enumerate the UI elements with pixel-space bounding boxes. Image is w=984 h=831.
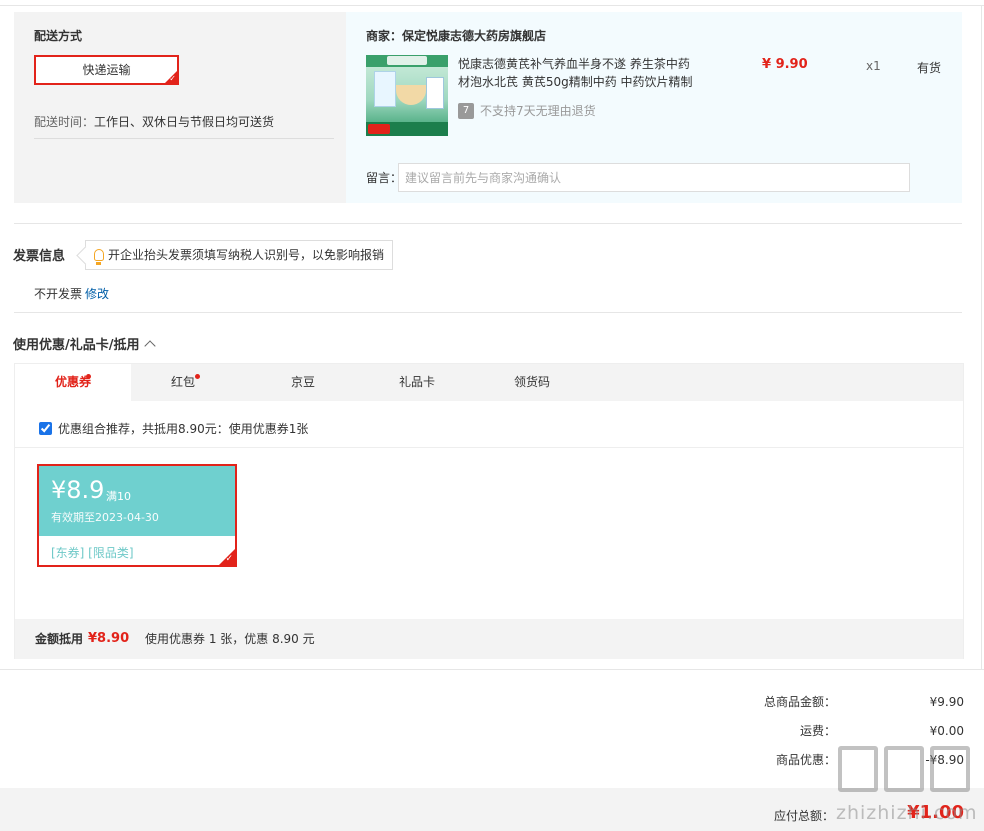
express-shipping-button[interactable]: 快递运输 ✓ [34, 55, 179, 85]
tab-label: 礼品卡 [398, 375, 435, 389]
discount-label: 商品优惠： [775, 753, 836, 767]
coupon-card[interactable]: ¥8.9 满10 有效期至2023-04-30 [东券] [限品类] ✓ [37, 464, 237, 567]
coupon-card-header: ¥8.9 满10 有效期至2023-04-30 [39, 466, 235, 536]
summary-label: 金额抵用 [35, 632, 84, 646]
payable-label: 应付总额： [773, 809, 834, 823]
seller-panel: 商家：保定悦康志德大药房旗舰店 悦康志德黄芪补气养血半身不遂 养生茶中药材泡水北… [346, 12, 962, 203]
return-policy-text: 不支持7天无理由退货 [480, 104, 596, 118]
totals-divider [0, 669, 984, 670]
section-divider [14, 312, 962, 313]
check-icon: ✓ [169, 74, 176, 83]
new-dot-icon [195, 374, 200, 379]
tab-label: 京豆 [290, 375, 315, 389]
coupon-summary: 金额抵用 ¥8.90 使用优惠券 1 张，优惠 8.90 元 [15, 619, 963, 659]
check-icon: ✓ [225, 554, 233, 564]
thumb-banner [366, 55, 448, 67]
delivery-time-label: 配送时间： [34, 115, 95, 129]
discount-row: 商品优惠： -¥8.90 [0, 751, 984, 769]
combo-recommend-text: 优惠组合推荐，共抵用8.90元：使用优惠券1张 [58, 422, 309, 436]
summary-desc: 使用优惠券 1 张，优惠 8.90 元 [145, 632, 315, 646]
section-divider [14, 223, 962, 224]
remark-input[interactable] [398, 163, 910, 192]
coupon-panel: 优惠券 红包 京豆 礼品卡 领货码 优惠组合推荐，共抵用8.90元：使用优惠券1… [14, 363, 964, 659]
thumb-bag [374, 71, 396, 107]
freight-value: ¥0.00 [929, 724, 964, 738]
summary-value: ¥8.90 [88, 631, 130, 646]
shipping-section: 配送方式 快递运输 ✓ 配送时间：工作日、双休日与节假日均可送货 商家：保定悦康… [14, 12, 962, 203]
tab-label: 红包 [170, 375, 195, 389]
express-shipping-label: 快递运输 [82, 63, 131, 77]
tab-gift-card[interactable]: 礼品卡 [367, 364, 467, 401]
freight-row: 运费： ¥0.00 [0, 722, 984, 740]
coupon-section-toggle[interactable]: 使用优惠/礼品卡/抵用 [13, 334, 156, 353]
watermark-glyph [884, 746, 924, 792]
invoice-tip-text: 开企业抬头发票须填写纳税人识别号，以免影响报销 [108, 248, 385, 262]
new-dot-icon [86, 374, 91, 379]
no-return-icon: 7 [458, 102, 474, 119]
freight-label: 运费： [799, 724, 836, 738]
combo-recommend[interactable]: 优惠组合推荐，共抵用8.90元：使用优惠券1张 [39, 420, 308, 437]
tab-label: 领货码 [513, 375, 550, 389]
coupon-expiry: 有效期至2023-04-30 [51, 511, 159, 524]
product-price: ¥ 9.90 [762, 57, 808, 72]
right-divider [981, 5, 982, 669]
tab-jd-beans[interactable]: 京豆 [253, 364, 353, 401]
chevron-up-icon [143, 339, 156, 352]
watermark-glyph [838, 746, 878, 792]
shipping-title: 配送方式 [34, 29, 83, 43]
coupon-condition: 满10 [106, 490, 131, 503]
invoice-tip: 开企业抬头发票须填写纳税人识别号，以免影响报销 [85, 240, 394, 270]
lightbulb-icon [94, 249, 104, 265]
delivery-time: 配送时间：工作日、双休日与节假日均可送货 [34, 113, 334, 139]
stock-status: 有货 [917, 61, 942, 75]
invoice-edit-link[interactable]: 修改 [85, 287, 109, 301]
tab-red-packet[interactable]: 红包 [133, 364, 233, 401]
thumb-package [426, 77, 444, 109]
seller-name: 商家：保定悦康志德大药房旗舰店 [366, 29, 547, 43]
coupon-section-title: 使用优惠/礼品卡/抵用 [13, 338, 140, 353]
product-thumbnail[interactable] [366, 55, 448, 136]
coupon-amount: ¥8.9 [51, 476, 105, 504]
total-goods-label: 总商品金额： [763, 695, 836, 709]
coupon-tabs: 优惠券 红包 京豆 礼品卡 领货码 [15, 364, 963, 401]
combo-recommend-checkbox[interactable] [39, 422, 52, 435]
product-quantity: x1 [866, 59, 881, 73]
combo-divider [15, 447, 963, 448]
watermark-logo [838, 746, 978, 796]
delivery-time-value: 工作日、双休日与节假日均可送货 [94, 115, 275, 129]
thumb-bowl [396, 85, 426, 105]
thumb-price-tag [368, 124, 390, 134]
invoice-title: 发票信息 [13, 249, 66, 264]
remark-label: 留言： [366, 171, 403, 185]
product-name-link[interactable]: 悦康志德黄芪补气养血半身不遂 养生茶中药材泡水北芪 黄芪50g精制中药 中药饮片… [458, 55, 698, 91]
invoice-status-text: 不开发票 [34, 287, 83, 301]
watermark-glyph [930, 746, 970, 792]
return-policy: 7 不支持7天无理由退货 [458, 102, 596, 119]
coupon-tags: [东券] [限品类] [51, 546, 134, 560]
tab-pickup-code[interactable]: 领货码 [482, 364, 582, 401]
top-divider [0, 5, 984, 6]
watermark-text: zhizhizhi.com [836, 802, 978, 824]
total-goods-value: ¥9.90 [929, 695, 964, 709]
invoice-status: 不开发票 修改 [34, 285, 109, 302]
shipping-method-panel: 配送方式 快递运输 ✓ 配送时间：工作日、双休日与节假日均可送货 [14, 12, 346, 203]
tab-coupons[interactable]: 优惠券 [15, 364, 131, 401]
thumb-banner-text [387, 56, 427, 65]
total-goods-row: 总商品金额： ¥9.90 [0, 693, 984, 711]
